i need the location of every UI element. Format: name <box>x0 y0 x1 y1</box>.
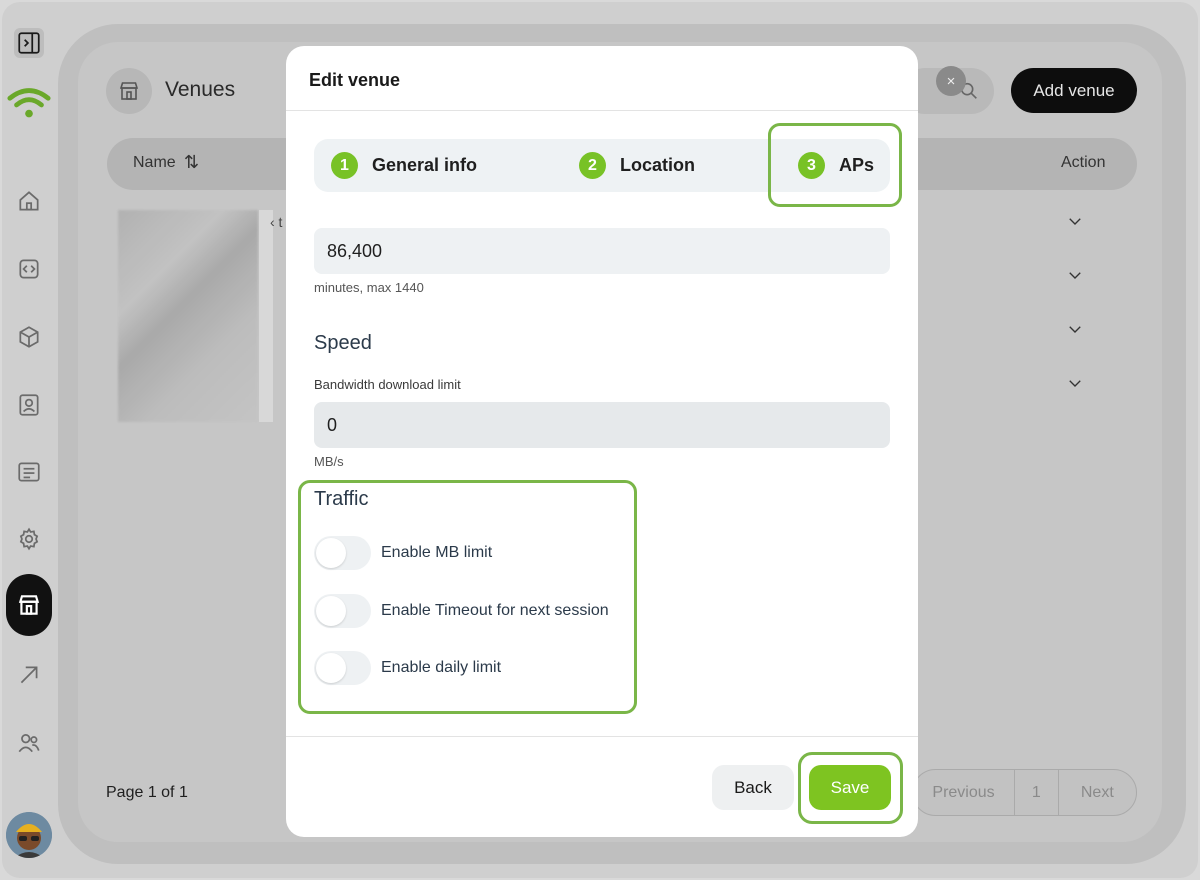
contact-icon <box>19 394 39 416</box>
close-modal-button[interactable]: × <box>936 66 966 96</box>
column-header-action: Action <box>1061 154 1106 171</box>
partial-cell-text: ‹ t <box>270 214 283 230</box>
store-icon <box>119 82 139 100</box>
edit-venue-modal: Edit venue 1 General info 2 Location 3 A… <box>286 46 918 837</box>
step-number: 2 <box>579 152 606 179</box>
row-action-chevron[interactable] <box>1066 266 1084 284</box>
home-icon <box>19 191 39 211</box>
sidebar-item-users[interactable] <box>12 726 46 760</box>
page-info: Page 1 of 1 <box>106 784 188 801</box>
divider <box>286 736 918 737</box>
code-icon <box>19 259 39 279</box>
previous-page-button[interactable]: Previous <box>913 770 1014 815</box>
pagination: Previous 1 Next <box>912 769 1137 816</box>
back-button[interactable]: Back <box>712 765 794 810</box>
step-label: General info <box>372 155 478 175</box>
sidebar-toggle-button[interactable] <box>14 28 44 58</box>
speed-section-title: Speed <box>314 332 372 354</box>
sidebar-item-settings[interactable] <box>12 522 46 556</box>
chevron-down-icon <box>1069 272 1081 279</box>
cube-icon <box>19 326 39 348</box>
gear-icon <box>19 527 39 551</box>
highlight-aps-step <box>768 123 902 207</box>
chevron-down-icon <box>1069 380 1081 387</box>
step-general-info[interactable]: 1 General info <box>331 139 477 192</box>
highlight-save-button <box>798 752 903 824</box>
store-icon <box>18 595 40 615</box>
step-number: 1 <box>331 152 358 179</box>
list-icon <box>18 462 40 482</box>
sidebar-item-home[interactable] <box>12 184 46 218</box>
sidebar-item-contacts[interactable] <box>12 388 46 422</box>
users-icon <box>18 734 40 753</box>
bandwidth-unit: MB/s <box>314 454 344 469</box>
arrow-up-right-icon <box>20 666 38 684</box>
chevron-down-icon <box>1069 326 1081 333</box>
sidebar-item-code[interactable] <box>12 252 46 286</box>
step-label: Location <box>620 155 695 175</box>
sort-icon[interactable]: ⇅ <box>184 152 199 173</box>
row-action-chevron[interactable] <box>1066 374 1084 392</box>
app-window: Venues × Add venue Name ⇅ Action ‹ t Pag… <box>2 2 1198 878</box>
row-action-chevron[interactable] <box>1066 212 1084 230</box>
page-number-button[interactable]: 1 <box>1014 770 1059 815</box>
modal-title: Edit venue <box>309 70 401 90</box>
row-action-chevron[interactable] <box>1066 320 1084 338</box>
wifi-logo-icon <box>6 84 52 124</box>
chevron-down-icon <box>1069 218 1081 225</box>
step-location[interactable]: 2 Location <box>579 139 695 192</box>
column-header-name[interactable]: Name <box>133 154 176 172</box>
sidebar-item-venues[interactable] <box>6 574 52 636</box>
avatar[interactable] <box>6 812 52 858</box>
sidebar-item-analytics[interactable] <box>12 658 46 692</box>
bandwidth-label: Bandwidth download limit <box>314 377 461 392</box>
timeout-input[interactable] <box>314 228 890 274</box>
sidebar-toggle-icon <box>18 32 40 54</box>
divider <box>286 110 918 111</box>
highlight-traffic-section <box>298 480 637 714</box>
avatar-image <box>6 812 52 858</box>
sidebar-item-reports[interactable] <box>12 455 46 489</box>
blurred-divider <box>259 210 273 422</box>
timeout-helper: minutes, max 1440 <box>314 280 424 295</box>
add-venue-button[interactable]: Add venue <box>1011 68 1137 113</box>
next-page-button[interactable]: Next <box>1059 770 1136 815</box>
bandwidth-input[interactable] <box>314 402 890 448</box>
sidebar <box>2 2 58 878</box>
page-title: Venues <box>165 78 236 101</box>
blurred-venue-names <box>118 210 258 422</box>
sidebar-item-products[interactable] <box>12 320 46 354</box>
venue-header-icon <box>106 68 152 114</box>
